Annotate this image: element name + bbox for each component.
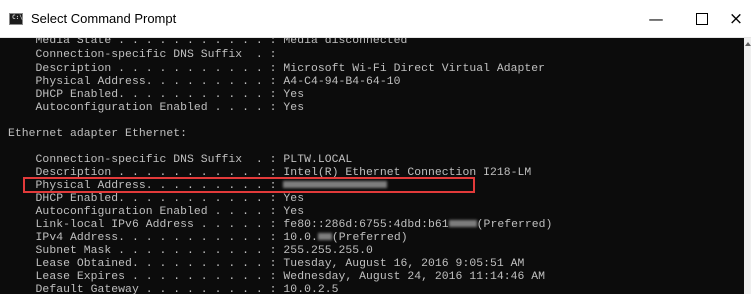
console-line: Ethernet adapter Ethernet:: [8, 128, 188, 140]
console-line: Media State . . . . . . . . . . . : Medi…: [8, 38, 408, 47]
console-line: Autoconfiguration Enabled . . . . : Yes: [8, 206, 305, 218]
console-line: Physical Address. . . . . . . . . : A4-C…: [8, 76, 401, 88]
redacted-ipv6-segment: [448, 220, 477, 228]
console-line-label: IPv4 Address. . . . . . . . . . . : 10.0…: [8, 232, 318, 244]
console-output[interactable]: Media State . . . . . . . . . . . : Medi…: [0, 38, 744, 294]
console-line: DHCP Enabled. . . . . . . . . . . : Yes: [8, 89, 305, 101]
maximize-icon: [696, 13, 708, 25]
window-title: Select Command Prompt: [31, 11, 177, 26]
scroll-up-icon[interactable]: [745, 42, 751, 46]
console-line-ipv6: Link-local IPv6 Address . . . . . : fe80…: [8, 218, 553, 232]
console-line: Lease Obtained. . . . . . . . . . : Tues…: [8, 258, 525, 270]
console-line: Connection-specific DNS Suffix . : PLTW.…: [8, 154, 353, 166]
ipv6-status: (Preferred): [476, 219, 553, 231]
redacted-ipv4-segment: [317, 233, 332, 241]
title-bar[interactable]: C:\ Select Command Prompt — ×: [0, 0, 751, 38]
close-button[interactable]: ×: [713, 0, 751, 38]
console-line: Autoconfiguration Enabled . . . . : Yes: [8, 102, 305, 114]
console-line: Description . . . . . . . . . . . : Micr…: [8, 63, 546, 75]
console-line: Subnet Mask . . . . . . . . . . . : 255.…: [8, 245, 373, 257]
console-line: Default Gateway . . . . . . . . . : 10.0…: [8, 284, 339, 294]
console-line-label: Link-local IPv6 Address . . . . . : fe80…: [8, 219, 449, 231]
ipv4-status: (Preferred): [331, 232, 408, 244]
minimize-button[interactable]: —: [633, 0, 679, 38]
console-line: DHCP Enabled. . . . . . . . . . . : Yes: [8, 193, 305, 205]
scrollbar[interactable]: [744, 38, 751, 294]
console-line-ipv4: IPv4 Address. . . . . . . . . . . : 10.0…: [8, 231, 408, 245]
console-line: Connection-specific DNS Suffix . :: [8, 49, 277, 61]
physical-address-highlight-box: [23, 177, 475, 193]
command-prompt-icon: C:\: [9, 12, 23, 25]
console-line: Lease Expires . . . . . . . . . . : Wedn…: [8, 271, 546, 283]
